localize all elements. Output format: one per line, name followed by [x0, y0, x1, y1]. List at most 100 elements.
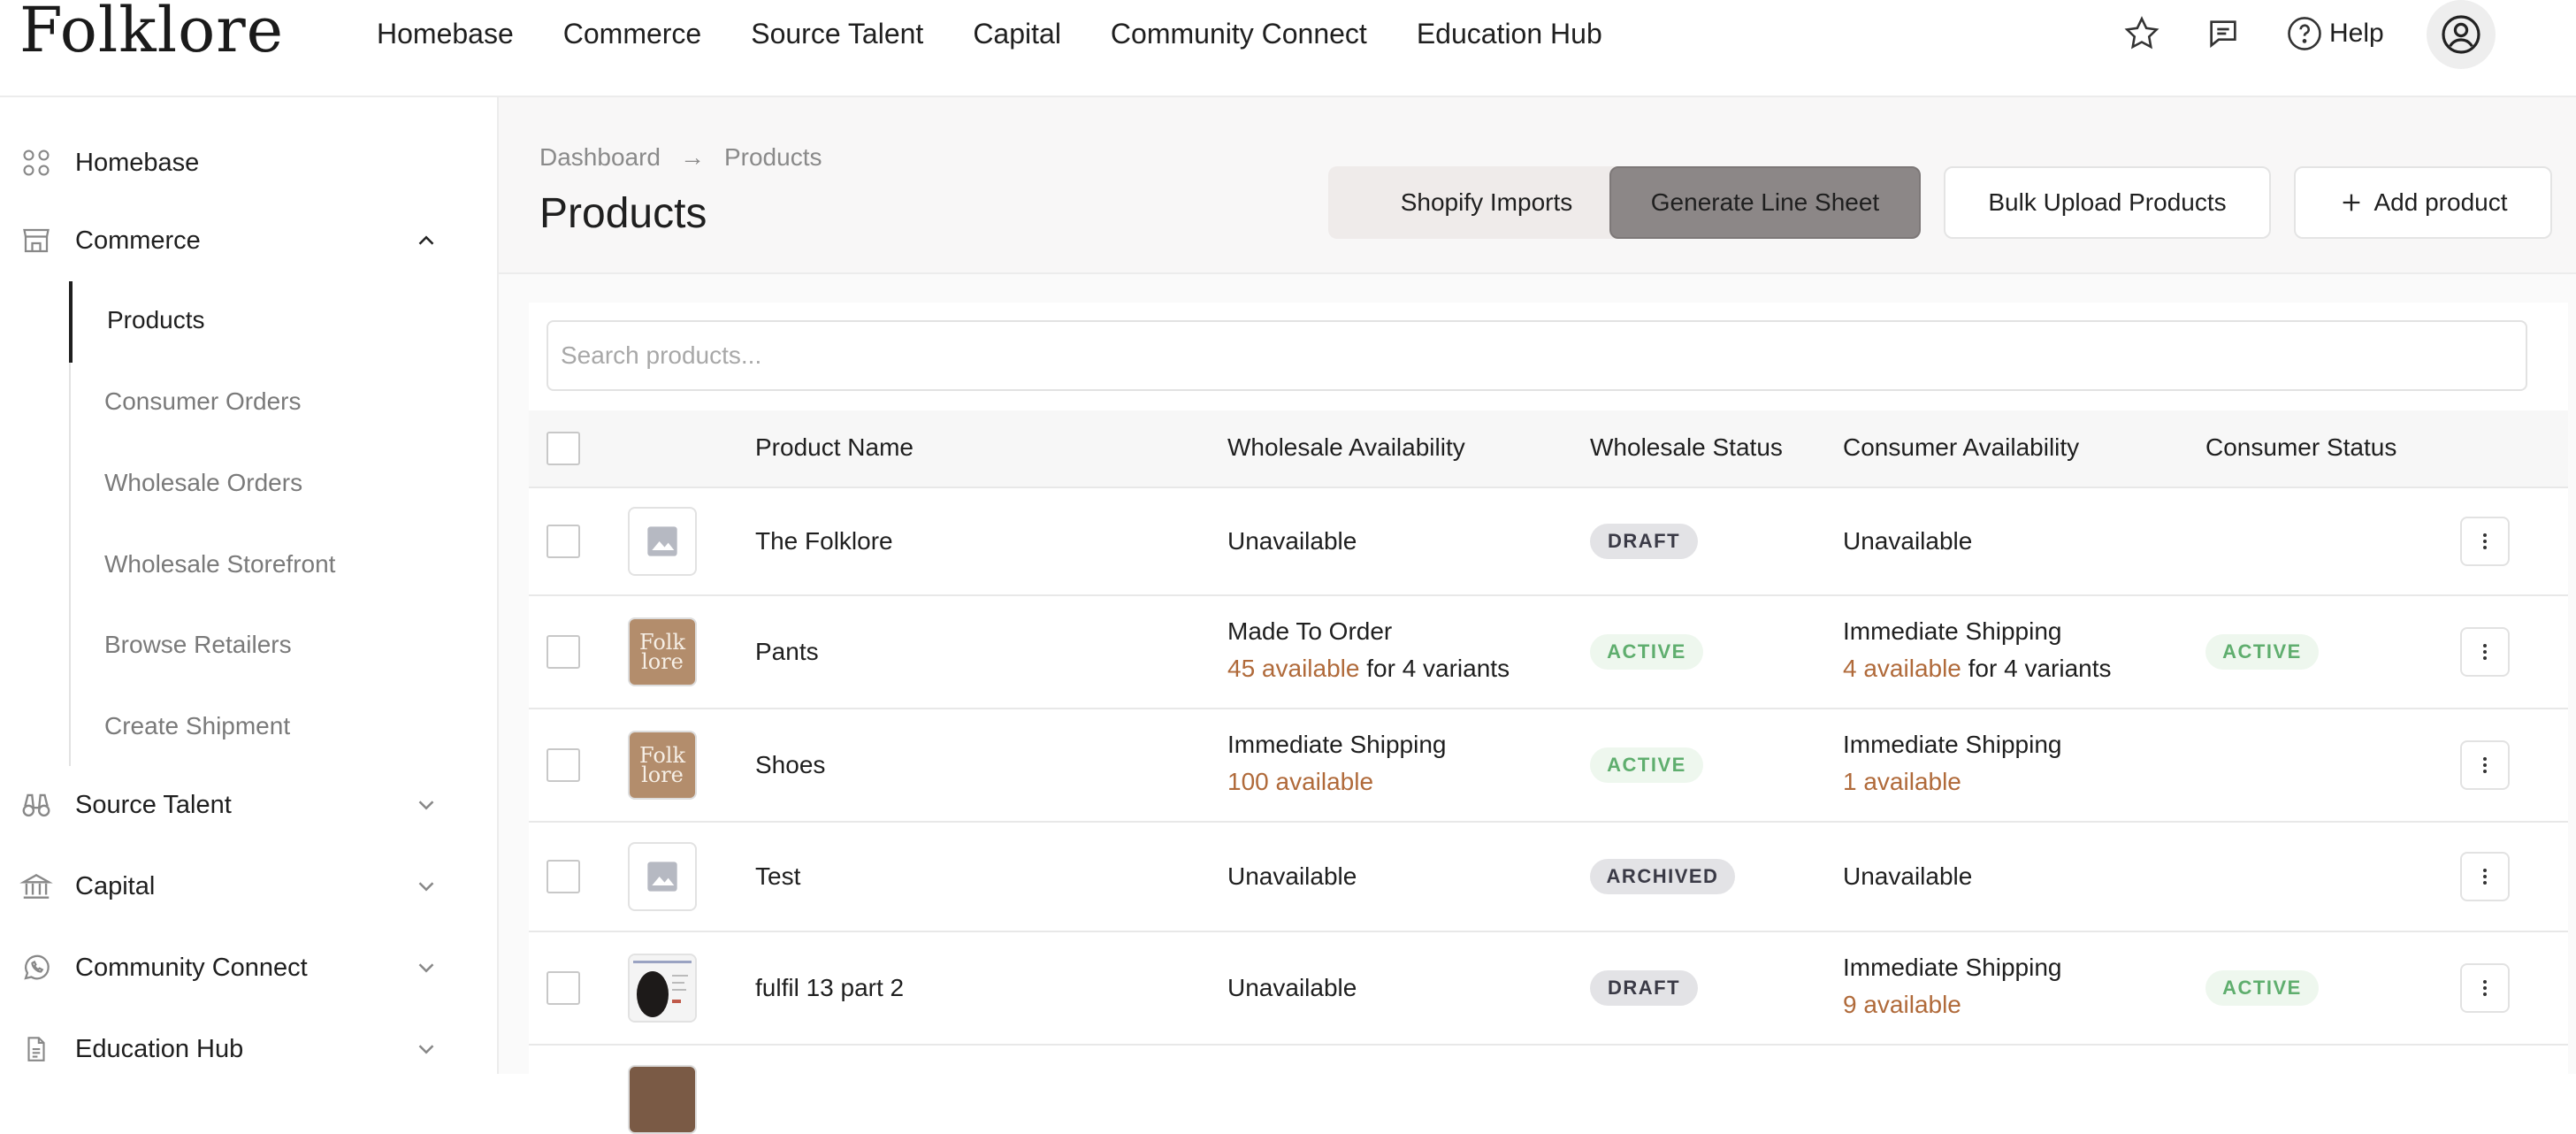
nav-link-community-connect[interactable]: Community Connect [1111, 14, 1367, 53]
document-icon [19, 1032, 53, 1066]
more-options-button[interactable] [2460, 963, 2510, 1013]
chevron-up-icon[interactable] [410, 225, 442, 257]
available-count[interactable]: 4 available [1843, 655, 1961, 682]
chevron-down-icon[interactable] [410, 952, 442, 984]
kebab-icon [2483, 644, 2487, 660]
more-options-button[interactable] [2460, 852, 2510, 901]
breadcrumb-dashboard[interactable]: Dashboard [539, 143, 661, 172]
sidebar-item-label: Community Connect [75, 953, 308, 982]
sidebar-subitem-products[interactable]: Products [107, 306, 205, 334]
page-title: Products [539, 190, 707, 237]
table-row[interactable]: Folk lore Pants Made To Order 45 availabl… [529, 596, 2568, 709]
table-row[interactable]: Test Unavailable ARCHIVED Unavailable [529, 823, 2568, 932]
product-name[interactable]: Pants [755, 633, 819, 670]
sidebar-item-label: Capital [75, 871, 156, 900]
chevron-down-icon[interactable] [410, 870, 442, 902]
product-photo-image [630, 955, 695, 1021]
search-input[interactable] [547, 320, 2527, 391]
header-consumer-status[interactable]: Consumer Status [2205, 433, 2396, 462]
product-thumbnail: Folk lore [628, 617, 697, 686]
shopify-imports-button[interactable]: Shopify Imports [1328, 166, 1645, 239]
row-checkbox[interactable] [547, 525, 580, 558]
product-name[interactable]: The Folklore [755, 523, 893, 560]
sidebar-item-label: Source Talent [75, 790, 232, 819]
available-count[interactable]: 45 available [1227, 655, 1359, 682]
top-navigation: Folklore Homebase Commerce Source Talent… [0, 0, 2576, 97]
sidebar-subitem-browse-retailers[interactable]: Browse Retailers [104, 631, 292, 659]
wholesale-status-badge: DRAFT [1590, 970, 1698, 1006]
sidebar-item-commerce[interactable]: Commerce [0, 214, 497, 267]
nav-link-homebase[interactable]: Homebase [377, 14, 514, 53]
consumer-availability: Unavailable [1843, 527, 1973, 555]
product-name[interactable]: fulfil 13 part 2 [755, 969, 904, 1007]
sidebar-item-homebase[interactable]: Homebase [0, 136, 497, 189]
product-name[interactable]: Test [755, 858, 800, 895]
product-name[interactable]: Shoes [755, 747, 825, 784]
available-count[interactable]: 9 available [1843, 991, 1961, 1018]
image-placeholder-icon [647, 526, 677, 556]
nav-link-education-hub[interactable]: Education Hub [1417, 14, 1602, 53]
help-label[interactable]: Help [2329, 16, 2384, 51]
header-wholesale-status[interactable]: Wholesale Status [1590, 433, 1783, 462]
user-avatar-button[interactable] [2427, 0, 2496, 69]
breadcrumb-products: Products [723, 143, 822, 171]
table-row[interactable]: fulfil 13 part 2 Unavailable DRAFT Immed… [529, 932, 2568, 1046]
consumer-availability: Immediate Shipping 1 available [1843, 731, 2062, 795]
sidebar-item-label: Education Hub [75, 1034, 244, 1063]
header-product-name[interactable]: Product Name [755, 433, 913, 462]
kebab-icon [2483, 757, 2487, 773]
bulk-upload-products-button[interactable]: Bulk Upload Products [1944, 166, 2271, 239]
sidebar-subitem-create-shipment[interactable]: Create Shipment [104, 712, 290, 740]
sidebar-subitem-wholesale-storefront[interactable]: Wholesale Storefront [104, 550, 335, 578]
consumer-status-badge: ACTIVE [2205, 970, 2319, 1006]
wholesale-availability: Unavailable [1227, 862, 1357, 890]
sidebar-item-label: Commerce [75, 226, 201, 255]
chevron-down-icon[interactable] [410, 1033, 442, 1065]
breadcrumb-arrow-icon: → [679, 143, 705, 171]
sidebar-subitem-consumer-orders[interactable]: Consumer Orders [104, 387, 302, 416]
consumer-availability: Unavailable [1843, 862, 1973, 890]
row-checkbox[interactable] [547, 860, 580, 893]
image-placeholder-icon [647, 862, 677, 892]
row-checkbox[interactable] [547, 635, 580, 669]
sidebar-item-capital[interactable]: Capital [0, 860, 497, 913]
generate-line-sheet-button[interactable]: Generate Line Sheet [1609, 166, 1921, 239]
star-icon[interactable] [2121, 12, 2163, 55]
sidebar-subitem-wholesale-orders[interactable]: Wholesale Orders [104, 469, 302, 497]
store-icon [19, 224, 53, 257]
folklore-logo[interactable]: Folklore [19, 0, 284, 65]
messages-icon[interactable] [2202, 12, 2244, 55]
available-count[interactable]: 100 available [1227, 768, 1373, 795]
wholesale-status-badge: ACTIVE [1590, 634, 1703, 670]
sidebar-item-community-connect[interactable]: Community Connect [0, 941, 497, 994]
more-options-button[interactable] [2460, 517, 2510, 566]
row-checkbox[interactable] [547, 971, 580, 1005]
kebab-icon [2483, 533, 2487, 549]
wholesale-availability: Made To Order 45 available for 4 variant… [1227, 617, 1510, 682]
add-product-label: Add product [2373, 188, 2508, 216]
add-product-button[interactable]: Add product [2294, 166, 2552, 239]
nav-link-source-talent[interactable]: Source Talent [751, 14, 923, 53]
header-consumer-availability[interactable]: Consumer Availability [1843, 433, 2079, 462]
sidebar-item-source-talent[interactable]: Source Talent [0, 778, 497, 831]
wholesale-availability: Unavailable [1227, 527, 1357, 555]
nav-link-commerce[interactable]: Commerce [563, 14, 701, 53]
header-wholesale-availability[interactable]: Wholesale Availability [1227, 433, 1465, 462]
sidebar-item-education-hub[interactable]: Education Hub [0, 1023, 497, 1076]
row-checkbox[interactable] [547, 748, 580, 782]
select-all-checkbox[interactable] [547, 432, 580, 465]
product-thumbnail: Folk lore [628, 731, 697, 800]
main-nav: Homebase Commerce Source Talent Capital … [377, 14, 1652, 53]
more-options-button[interactable] [2460, 627, 2510, 677]
chevron-down-icon[interactable] [410, 789, 442, 821]
binoculars-icon [19, 788, 53, 822]
page-header: Dashboard → Products Products Shopify Im… [499, 97, 2576, 274]
available-count[interactable]: 1 available [1843, 768, 1961, 795]
breadcrumb: Dashboard → Products [539, 143, 822, 172]
table-row[interactable] [529, 1046, 2568, 1134]
table-row[interactable]: The Folklore Unavailable DRAFT Unavailab… [529, 488, 2568, 596]
help-icon[interactable] [2283, 12, 2326, 55]
more-options-button[interactable] [2460, 740, 2510, 790]
nav-link-capital[interactable]: Capital [973, 14, 1061, 53]
table-row[interactable]: Folk lore Shoes Immediate Shipping 100 av… [529, 709, 2568, 823]
